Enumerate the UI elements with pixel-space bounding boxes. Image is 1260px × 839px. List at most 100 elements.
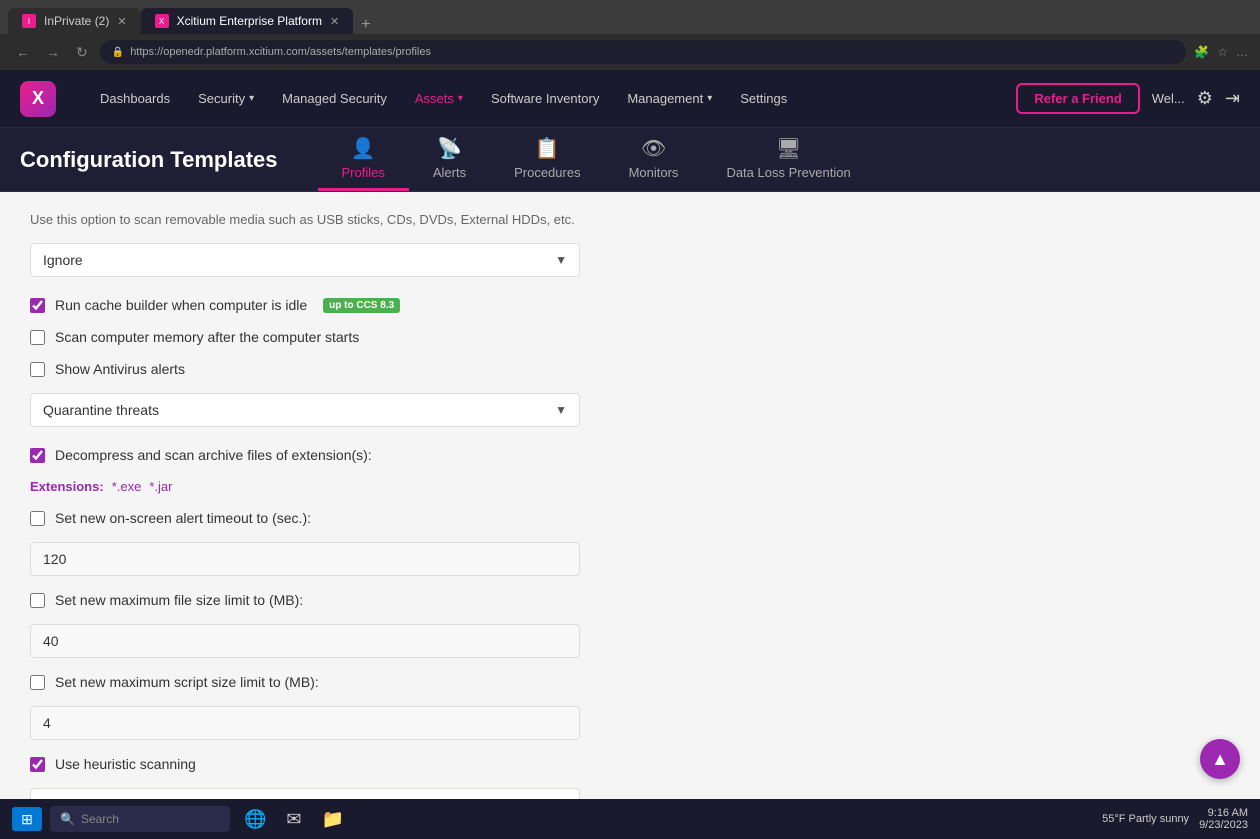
nav-software-inventory[interactable]: Software Inventory <box>479 85 611 112</box>
quarantine-dropdown[interactable]: Quarantine threats ▼ <box>30 393 580 427</box>
gear-icon[interactable]: ⚙ <box>1197 88 1213 109</box>
run-cache-label: Run cache builder when computer is idle <box>55 297 307 313</box>
new-tab-button[interactable]: + <box>353 16 378 34</box>
browser-actions: 🧩 ☆ … <box>1194 45 1248 59</box>
logout-icon[interactable]: ⇥ <box>1225 88 1240 109</box>
start-button[interactable]: ⊞ <box>12 807 42 831</box>
nav-settings[interactable]: Settings <box>728 85 799 112</box>
scroll-to-top-button[interactable]: ▲ <box>1200 739 1240 779</box>
procedures-icon: 📋 <box>535 136 560 161</box>
max-script-size-field-row <box>30 706 1230 740</box>
alert-timeout-checkbox[interactable] <box>30 511 45 526</box>
tab-data-loss-label: Data Loss Prevention <box>726 165 850 180</box>
taskbar-mail[interactable]: ✉ <box>280 807 307 832</box>
show-alerts-label: Show Antivirus alerts <box>55 361 185 377</box>
quarantine-dropdown-chevron: ▼ <box>555 403 567 417</box>
nav-managed-security[interactable]: Managed Security <box>270 85 399 112</box>
address-bar: ← → ↻ 🔒 https://openedr.platform.xcitium… <box>0 34 1260 70</box>
run-cache-checkbox-item: Run cache builder when computer is idle … <box>30 297 1230 313</box>
refer-friend-button[interactable]: Refer a Friend <box>1016 83 1139 114</box>
tab-close-incognito[interactable]: ✕ <box>117 15 126 28</box>
monitors-icon: 👁 <box>641 136 666 161</box>
decompress-checkbox-item: Decompress and scan archive files of ext… <box>30 447 1230 463</box>
tab-favicon-xcitium: X <box>155 14 169 28</box>
tab-close-xcitium[interactable]: ✕ <box>330 15 339 28</box>
taskbar-edge[interactable]: 🌐 <box>238 807 272 832</box>
taskbar-files[interactable]: 📁 <box>316 807 350 832</box>
tab-procedures-label: Procedures <box>514 165 580 180</box>
page-title: Configuration Templates <box>20 128 318 191</box>
taskbar-right: 55°F Partly sunny 9:16 AM 9/23/2023 <box>1102 807 1248 831</box>
refresh-button[interactable]: ↻ <box>72 42 92 63</box>
tab-bar: I InPrivate (2) ✕ X Xcitium Enterprise P… <box>0 0 1260 34</box>
data-loss-icon: 🖥 <box>776 136 801 161</box>
tab-monitors-label: Monitors <box>629 165 679 180</box>
nav-dashboards[interactable]: Dashboards <box>88 85 182 112</box>
max-script-size-input[interactable] <box>30 706 580 740</box>
nav-management[interactable]: Management ▾ <box>615 85 724 112</box>
weather-text: 55°F Partly sunny <box>1102 813 1189 825</box>
tab-procedures[interactable]: 📋 Procedures <box>490 128 604 191</box>
nav-management-chevron: ▾ <box>707 93 712 104</box>
extension-exe[interactable]: *.exe <box>112 479 142 494</box>
max-file-size-input[interactable] <box>30 624 580 658</box>
windows-icon: ⊞ <box>21 811 33 828</box>
tab-label-xcitium: Xcitium Enterprise Platform <box>177 14 322 28</box>
secondary-nav: Configuration Templates 👤 Profiles 📡 Ale… <box>0 128 1260 192</box>
time-display: 9:16 AM <box>1199 807 1248 819</box>
tab-xcitium[interactable]: X Xcitium Enterprise Platform ✕ <box>141 8 354 34</box>
extension-jar[interactable]: *.jar <box>149 479 172 494</box>
alert-timeout-label: Set new on-screen alert timeout to (sec.… <box>55 510 311 526</box>
hint-text: Use this option to scan removable media … <box>30 212 1230 227</box>
tab-profiles[interactable]: 👤 Profiles <box>318 128 409 191</box>
tab-data-loss[interactable]: 🖥 Data Loss Prevention <box>702 128 874 191</box>
max-script-size-checkbox[interactable] <box>30 675 45 690</box>
alert-timeout-field-row <box>30 542 1230 576</box>
extensions-row: Extensions: *.exe *.jar <box>30 479 1230 494</box>
tab-incognito[interactable]: I InPrivate (2) ✕ <box>8 8 141 34</box>
ignore-dropdown[interactable]: Ignore ▼ <box>30 243 580 277</box>
run-cache-checkbox[interactable] <box>30 298 45 313</box>
date-display: 9/23/2023 <box>1199 819 1248 831</box>
max-file-size-checkbox[interactable] <box>30 593 45 608</box>
max-file-size-checkbox-item: Set new maximum file size limit to (MB): <box>30 592 1230 608</box>
ignore-dropdown-chevron: ▼ <box>555 253 567 267</box>
heuristic-checkbox-item: Use heuristic scanning <box>30 756 1230 772</box>
nav-right: Refer a Friend Wel... ⚙ ⇥ <box>1016 83 1240 114</box>
taskbar: ⊞ 🔍 Search 🌐 ✉ 📁 55°F Partly sunny 9:16 … <box>0 799 1260 839</box>
max-script-size-label: Set new maximum script size limit to (MB… <box>55 674 319 690</box>
extensions-icon[interactable]: 🧩 <box>1194 45 1209 59</box>
nav-security[interactable]: Security ▾ <box>186 85 266 112</box>
favorites-icon[interactable]: ☆ <box>1217 45 1228 59</box>
welcome-text: Wel... <box>1152 91 1185 106</box>
alert-timeout-input[interactable] <box>30 542 580 576</box>
scan-memory-checkbox[interactable] <box>30 330 45 345</box>
nav-assets[interactable]: Assets ▾ <box>403 85 475 112</box>
top-nav: X Dashboards Security ▾ Managed Security… <box>0 70 1260 128</box>
scan-memory-label: Scan computer memory after the computer … <box>55 329 359 345</box>
quarantine-dropdown-value: Quarantine threats <box>43 402 159 418</box>
extensions-label[interactable]: Extensions: <box>30 479 104 494</box>
quarantine-dropdown-row: Quarantine threats ▼ <box>30 393 1230 427</box>
secondary-nav-tabs: 👤 Profiles 📡 Alerts 📋 Procedures 👁 Monit… <box>318 128 875 191</box>
tab-profiles-label: Profiles <box>342 165 385 180</box>
tab-monitors[interactable]: 👁 Monitors <box>605 128 703 191</box>
nav-assets-label: Assets <box>415 91 454 106</box>
browser-chrome: I InPrivate (2) ✕ X Xcitium Enterprise P… <box>0 0 1260 70</box>
tab-favicon-incognito: I <box>22 14 36 28</box>
heuristic-checkbox[interactable] <box>30 757 45 772</box>
search-placeholder: Search <box>81 812 119 826</box>
forward-button[interactable]: → <box>42 42 64 62</box>
url-bar[interactable]: 🔒 https://openedr.platform.xcitium.com/a… <box>100 40 1187 64</box>
taskbar-search[interactable]: 🔍 Search <box>50 806 230 832</box>
back-button[interactable]: ← <box>12 42 34 62</box>
alert-timeout-checkbox-item: Set new on-screen alert timeout to (sec.… <box>30 510 1230 526</box>
tab-alerts[interactable]: 📡 Alerts <box>409 128 490 191</box>
brand-logo[interactable]: X <box>20 81 56 117</box>
ignore-dropdown-row: Ignore ▼ <box>30 243 1230 277</box>
scan-memory-checkbox-item: Scan computer memory after the computer … <box>30 329 1230 345</box>
show-alerts-checkbox[interactable] <box>30 362 45 377</box>
settings-icon[interactable]: … <box>1236 45 1248 59</box>
show-alerts-checkbox-item: Show Antivirus alerts <box>30 361 1230 377</box>
decompress-checkbox[interactable] <box>30 448 45 463</box>
